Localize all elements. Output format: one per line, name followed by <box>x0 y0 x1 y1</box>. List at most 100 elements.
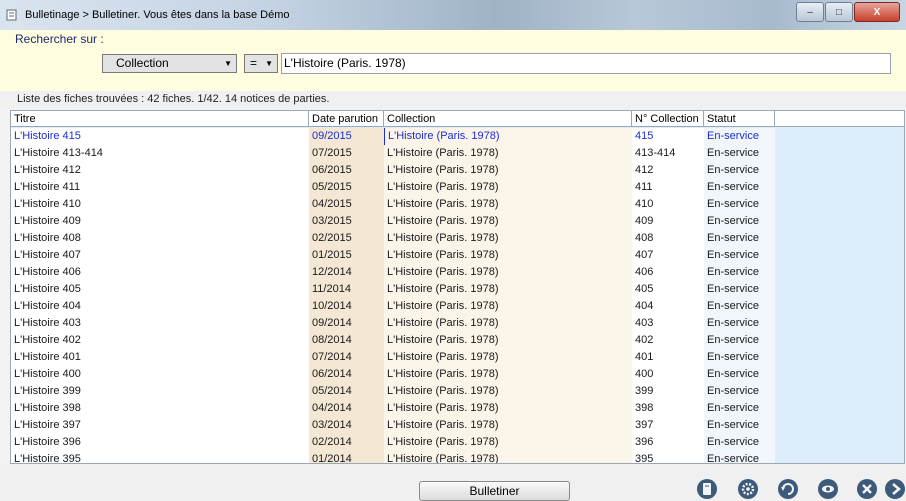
cell-numero: 398 <box>632 400 704 417</box>
cell-titre: L'Histoire 410 <box>11 196 309 213</box>
column-header-collection[interactable]: Collection <box>384 111 632 127</box>
cell-date: 07/2014 <box>309 349 384 366</box>
table-row[interactable]: L'Histoire 405 11/2014 L'Histoire (Paris. … <box>11 281 904 298</box>
cell-titre: L'Histoire 405 <box>11 281 309 298</box>
view-icon[interactable] <box>817 478 839 500</box>
cell-numero: 399 <box>632 383 704 400</box>
cell-date: 01/2014 <box>309 451 384 463</box>
title-bar: Bulletinage > Bulletiner. Vous êtes dans… <box>0 0 906 30</box>
cell-date: 06/2014 <box>309 366 384 383</box>
cell-statut: En-service <box>704 298 775 315</box>
cell-date: 02/2014 <box>309 434 384 451</box>
cell-date: 09/2015 <box>309 128 384 145</box>
cell-collection: L'Histoire (Paris. 1978) <box>384 417 632 434</box>
cell-statut: En-service <box>704 434 775 451</box>
cell-date: 08/2014 <box>309 332 384 349</box>
cell-numero: 405 <box>632 281 704 298</box>
close-button[interactable]: X <box>854 2 900 22</box>
operator-value: = <box>250 56 258 70</box>
cell-numero: 403 <box>632 315 704 332</box>
search-field-value: Collection <box>116 56 169 70</box>
cell-numero: 402 <box>632 332 704 349</box>
minimize-button[interactable]: – <box>796 2 824 22</box>
table-header: Titre Date parution Collection N° Collec… <box>11 111 904 128</box>
search-field-select[interactable]: Collection ▼ <box>102 54 237 73</box>
cell-date: 04/2014 <box>309 400 384 417</box>
table-row[interactable]: L'Histoire 415 09/2015 L'Histoire (Paris. … <box>11 128 904 145</box>
maximize-button[interactable]: □ <box>825 2 853 22</box>
cell-date: 04/2015 <box>309 196 384 213</box>
cell-statut: En-service <box>704 281 775 298</box>
cell-statut: En-service <box>704 179 775 196</box>
cell-collection: L'Histoire (Paris. 1978) <box>384 349 632 366</box>
column-header-statut[interactable]: Statut <box>704 111 775 127</box>
cell-date: 12/2014 <box>309 264 384 281</box>
cell-collection: L'Histoire (Paris. 1978) <box>384 366 632 383</box>
cell-numero: 396 <box>632 434 704 451</box>
search-value-input[interactable]: L'Histoire (Paris. 1978) <box>281 53 891 74</box>
table-row[interactable]: L'Histoire 413-414 07/2015 L'Histoire (Par… <box>11 145 904 162</box>
cell-date: 01/2015 <box>309 247 384 264</box>
cell-titre: L'Histoire 403 <box>11 315 309 332</box>
table-row[interactable]: L'Histoire 411 05/2015 L'Histoire (Paris. … <box>11 179 904 196</box>
cell-numero: 397 <box>632 417 704 434</box>
column-header-numero[interactable]: N° Collection <box>632 111 704 127</box>
table-row[interactable]: L'Histoire 403 09/2014 L'Histoire (Paris. … <box>11 315 904 332</box>
cell-titre: L'Histoire 404 <box>11 298 309 315</box>
cell-titre: L'Histoire 411 <box>11 179 309 196</box>
results-summary: Liste des fiches trouvées : 42 fiches. 1… <box>17 93 330 105</box>
column-header-date[interactable]: Date parution <box>309 111 384 127</box>
table-row[interactable]: L'Histoire 412 06/2015 L'Histoire (Paris. … <box>11 162 904 179</box>
table-row[interactable]: L'Histoire 395 01/2014 L'Histoire (Paris. … <box>11 451 904 463</box>
cell-numero: 408 <box>632 230 704 247</box>
chevron-down-icon: ▼ <box>224 59 232 68</box>
cell-date: 11/2014 <box>309 281 384 298</box>
table-row[interactable]: L'Histoire 398 04/2014 L'Histoire (Paris. … <box>11 400 904 417</box>
cell-collection: L'Histoire (Paris. 1978) <box>384 179 632 196</box>
cell-titre: L'Histoire 399 <box>11 383 309 400</box>
next-icon[interactable] <box>884 478 906 500</box>
window-title: Bulletinage > Bulletiner. Vous êtes dans… <box>25 9 290 21</box>
table-row[interactable]: L'Histoire 399 05/2014 L'Histoire (Paris. … <box>11 383 904 400</box>
table-row[interactable]: L'Histoire 407 01/2015 L'Histoire (Paris. … <box>11 247 904 264</box>
cell-numero: 409 <box>632 213 704 230</box>
cell-numero: 412 <box>632 162 704 179</box>
table-row[interactable]: L'Histoire 408 02/2015 L'Histoire (Paris. … <box>11 230 904 247</box>
cell-numero: 406 <box>632 264 704 281</box>
cell-collection: L'Histoire (Paris. 1978) <box>384 281 632 298</box>
table-row[interactable]: L'Histoire 404 10/2014 L'Histoire (Paris. … <box>11 298 904 315</box>
cell-numero: 415 <box>632 128 704 145</box>
table-row[interactable]: L'Histoire 410 04/2015 L'Histoire (Paris. … <box>11 196 904 213</box>
table-row[interactable]: L'Histoire 402 08/2014 L'Histoire (Paris. … <box>11 332 904 349</box>
cell-statut: En-service <box>704 196 775 213</box>
refresh-icon[interactable] <box>777 478 799 500</box>
chevron-down-icon: ▼ <box>265 59 273 68</box>
cell-collection: L'Histoire (Paris. 1978) <box>384 247 632 264</box>
bulletiner-button[interactable]: Bulletiner <box>419 481 570 501</box>
cell-titre: L'Histoire 406 <box>11 264 309 281</box>
cell-date: 09/2014 <box>309 315 384 332</box>
column-header-titre[interactable]: Titre <box>11 111 309 127</box>
cell-titre: L'Histoire 408 <box>11 230 309 247</box>
cell-collection: L'Histoire (Paris. 1978) <box>384 230 632 247</box>
cell-titre: L'Histoire 407 <box>11 247 309 264</box>
search-label: Rechercher sur : <box>15 32 104 46</box>
cell-titre: L'Histoire 409 <box>11 213 309 230</box>
table-row[interactable]: L'Histoire 406 12/2014 L'Histoire (Paris. … <box>11 264 904 281</box>
table-row[interactable]: L'Histoire 401 07/2014 L'Histoire (Paris. … <box>11 349 904 366</box>
table-row[interactable]: L'Histoire 397 03/2014 L'Histoire (Paris. … <box>11 417 904 434</box>
search-panel: Rechercher sur : Collection ▼ = ▼ L'Hist… <box>0 30 906 92</box>
table-row[interactable]: L'Histoire 400 06/2014 L'Histoire (Paris. … <box>11 366 904 383</box>
delete-icon[interactable] <box>856 478 878 500</box>
column-header-empty <box>775 111 904 127</box>
table-row[interactable]: L'Histoire 396 02/2014 L'Histoire (Paris. … <box>11 434 904 451</box>
results-table: Titre Date parution Collection N° Collec… <box>10 110 905 464</box>
table-row[interactable]: L'Histoire 409 03/2015 L'Histoire (Paris. … <box>11 213 904 230</box>
operator-select[interactable]: = ▼ <box>244 54 278 73</box>
book-icon[interactable] <box>696 478 718 500</box>
cell-titre: L'Histoire 400 <box>11 366 309 383</box>
cell-date: 05/2014 <box>309 383 384 400</box>
cell-statut: En-service <box>704 247 775 264</box>
cell-collection: L'Histoire (Paris. 1978) <box>384 196 632 213</box>
settings-icon[interactable] <box>737 478 759 500</box>
